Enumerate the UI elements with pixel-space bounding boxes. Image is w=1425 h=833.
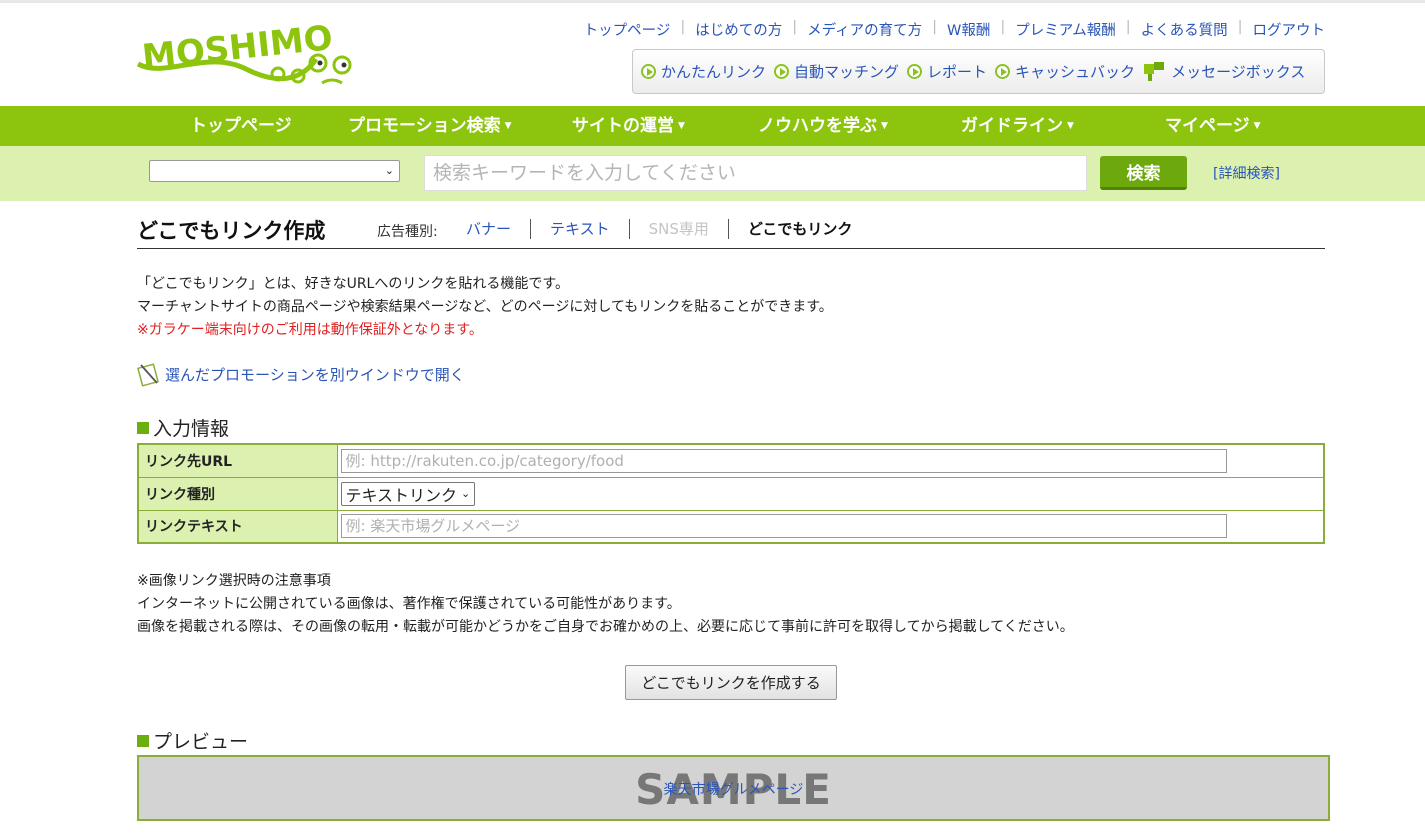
play-icon bbox=[907, 64, 923, 79]
tab-text[interactable]: テキスト bbox=[531, 219, 630, 239]
link-type-select[interactable]: テキストリンク ⌄ bbox=[340, 481, 476, 506]
quick-link-easy[interactable]: かんたんリンク bbox=[641, 61, 766, 82]
caret-down-icon: ▼ bbox=[678, 121, 685, 131]
main-nav: トップページ プロモーション検索 ▼ サイトの運営 ▼ ノウハウを学ぶ ▼ ガイドライ… bbox=[0, 106, 1425, 146]
page-title: どこでもリンク作成 bbox=[137, 219, 326, 243]
note-line: インターネットに公開されている画像は、著作権で保護されている可能性があります。 bbox=[137, 596, 681, 612]
link-text-input[interactable] bbox=[340, 514, 1227, 539]
open-promotion-window-link[interactable]: 選んだプロモーションを別ウインドウで開く bbox=[137, 361, 465, 387]
warning-text: ※ガラケー端末向けのご利用は動作保証外となります。 bbox=[137, 322, 483, 338]
type-label: リンク種別 bbox=[137, 476, 338, 511]
play-icon bbox=[774, 64, 790, 79]
top-link-faq[interactable]: よくある質問 bbox=[1141, 19, 1228, 40]
nav-site-management[interactable]: サイトの運営 ▼ bbox=[572, 106, 685, 146]
input-form: リンク先URL リンク種別 テキストリンク ⌄ リンクテキスト bbox=[137, 443, 1325, 544]
tab-banner[interactable]: バナー bbox=[447, 219, 532, 239]
search-button[interactable]: 検索 bbox=[1100, 156, 1187, 190]
top-link-w-reward[interactable]: W報酬 bbox=[947, 19, 990, 40]
quick-link-messages[interactable]: メッセージボックス bbox=[1143, 61, 1305, 82]
caret-down-icon: ▼ bbox=[1067, 121, 1074, 131]
new-window-icon bbox=[137, 363, 159, 387]
form-row-type: リンク種別 テキストリンク ⌄ bbox=[137, 476, 1325, 511]
top-link-media[interactable]: メディアの育て方 bbox=[807, 19, 922, 40]
message-box-icon bbox=[1144, 61, 1165, 81]
nav-mypage[interactable]: マイページ ▼ bbox=[1165, 106, 1261, 146]
quick-links-box: かんたんリンク 自動マッチング レポート キャッシュバック メッセージボックス bbox=[632, 49, 1325, 94]
preview-link[interactable]: 楽天市場グルメページ bbox=[139, 779, 1328, 799]
preview-section-heading: プレビュー bbox=[137, 727, 248, 754]
top-links: トップページ | はじめての方 | メディアの育て方 | W報酬 | プレミアム報酬 | … bbox=[583, 19, 1326, 40]
nav-guideline[interactable]: ガイドライン ▼ bbox=[961, 106, 1074, 146]
caret-down-icon: ▼ bbox=[504, 121, 512, 131]
note-line: 画像を掲載される際は、その画像の転用・転載が可能かどうかをご自身でお確かめの上、… bbox=[137, 619, 1074, 635]
top-link-home[interactable]: トップページ bbox=[584, 19, 671, 40]
chevron-down-icon: ⌄ bbox=[461, 487, 471, 500]
play-icon bbox=[641, 64, 656, 79]
preview-box: SAMPLE 楽天市場グルメページ bbox=[137, 755, 1330, 821]
text-label: リンクテキスト bbox=[137, 509, 338, 544]
note-line: ※画像リンク選択時の注意事項 bbox=[137, 573, 331, 589]
title-row: どこでもリンク作成 広告種別: バナー テキスト SNS専用 どこでもリンク bbox=[137, 213, 1325, 249]
caret-down-icon: ▼ bbox=[881, 121, 888, 131]
tab-sns: SNS専用 bbox=[630, 219, 729, 239]
create-link-button[interactable]: どこでもリンクを作成する bbox=[625, 665, 837, 700]
caret-down-icon: ▼ bbox=[1253, 121, 1261, 131]
quick-link-matching[interactable]: 自動マッチング bbox=[774, 61, 899, 82]
form-row-text: リンクテキスト bbox=[137, 509, 1325, 544]
tab-anywhere-link: どこでもリンク bbox=[747, 220, 853, 238]
quick-link-cashback[interactable]: キャッシュバック bbox=[995, 61, 1135, 82]
nav-promotion-search[interactable]: プロモーション検索 ▼ bbox=[348, 106, 512, 146]
header: MOSHIMO トップページ | はじめての方 | メディアの育て方 | W報酬 | プ… bbox=[0, 3, 1425, 103]
keyword-input[interactable] bbox=[424, 155, 1087, 191]
ad-type-label: 広告種別: bbox=[377, 224, 438, 240]
top-link-logout[interactable]: ログアウト bbox=[1253, 19, 1326, 40]
url-label: リンク先URL bbox=[137, 443, 338, 478]
image-notes: ※画像リンク選択時の注意事項 インターネットに公開されている画像は、著作権で保護… bbox=[137, 570, 1074, 639]
desc-line: マーチャントサイトの商品ページや検索結果ページなど、どのページに対してもリンクを… bbox=[137, 299, 833, 315]
moshimo-logo[interactable]: MOSHIMO bbox=[136, 19, 356, 91]
play-icon bbox=[995, 64, 1011, 79]
quick-link-report[interactable]: レポート bbox=[907, 61, 987, 82]
advanced-search-link[interactable]: [詳細検索] bbox=[1213, 163, 1280, 183]
nav-top[interactable]: トップページ bbox=[190, 106, 292, 146]
nav-knowhow[interactable]: ノウハウを学ぶ ▼ bbox=[758, 106, 888, 146]
category-select[interactable]: ⌄ bbox=[149, 160, 400, 182]
chevron-down-icon: ⌄ bbox=[384, 164, 394, 177]
square-bullet-icon bbox=[137, 734, 149, 747]
top-link-beginners[interactable]: はじめての方 bbox=[695, 19, 782, 40]
input-section-heading: 入力情報 bbox=[137, 414, 229, 441]
square-bullet-icon bbox=[137, 421, 149, 434]
top-link-premium[interactable]: プレミアム報酬 bbox=[1015, 19, 1115, 40]
url-input[interactable] bbox=[340, 448, 1227, 473]
desc-line: 「どこでもリンク」とは、好きなURLへのリンクを貼れる機能です。 bbox=[137, 276, 569, 292]
ad-type-tabs: バナー テキスト SNS専用 どこでもリンク bbox=[447, 219, 871, 239]
search-bar: ⌄ 検索 [詳細検索] bbox=[0, 146, 1425, 201]
description: 「どこでもリンク」とは、好きなURLへのリンクを貼れる機能です。 マーチャントサ… bbox=[137, 273, 833, 342]
form-row-url: リンク先URL bbox=[137, 443, 1325, 478]
